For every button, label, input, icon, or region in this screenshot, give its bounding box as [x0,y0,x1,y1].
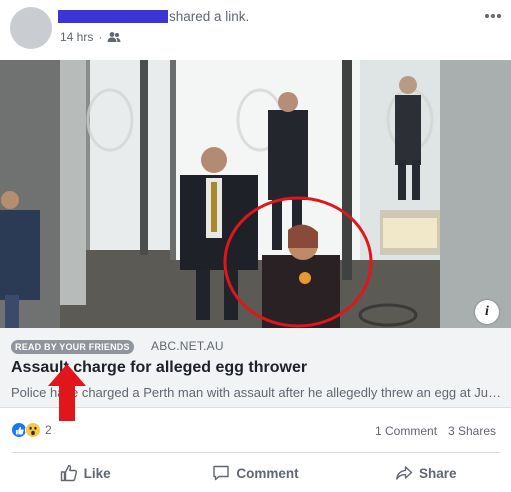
like-icon [60,464,78,482]
comment-icon [212,464,230,482]
post-timestamp[interactable]: 14 hrs [60,30,93,44]
comment-label: Comment [236,465,299,481]
friends-icon[interactable] [107,31,121,43]
wow-reaction-icon [25,422,41,438]
red-arrow-annotation-icon [48,364,86,421]
post-meta: 14 hrs · [60,30,121,44]
like-label: Like [83,465,111,481]
separator-dot: · [98,30,103,44]
post-header: shared a link. 14 hrs · [0,0,511,60]
divider [11,452,501,453]
share-icon [395,464,413,482]
share-label: Share [419,465,457,481]
like-button[interactable]: Like [0,458,170,488]
share-button[interactable]: Share [341,458,511,488]
link-domain: ABC.NET.AU [151,339,224,353]
post-action-text: shared a link. [169,9,250,24]
redacted-author-name [58,10,168,23]
avatar[interactable] [10,7,52,49]
read-by-friends-badge: READ BY YOUR FRIENDS [11,340,134,354]
link-preview-image[interactable]: i [0,60,511,328]
reaction-count: 2 [45,423,52,437]
reaction-summary[interactable]: 2 [11,422,52,438]
post-stats: 2 1 Comment 3 Shares [0,418,511,446]
shares-count-link[interactable]: 3 Shares [448,424,496,438]
cctv-photo [0,60,511,328]
info-icon[interactable]: i [475,300,499,324]
more-options-icon[interactable] [481,6,505,26]
comments-count-link[interactable]: 1 Comment [375,424,437,438]
comment-button[interactable]: Comment [170,458,340,488]
dot [485,14,489,18]
post-actions: Like Comment Share [0,458,511,488]
dot [497,14,501,18]
dot [491,14,495,18]
